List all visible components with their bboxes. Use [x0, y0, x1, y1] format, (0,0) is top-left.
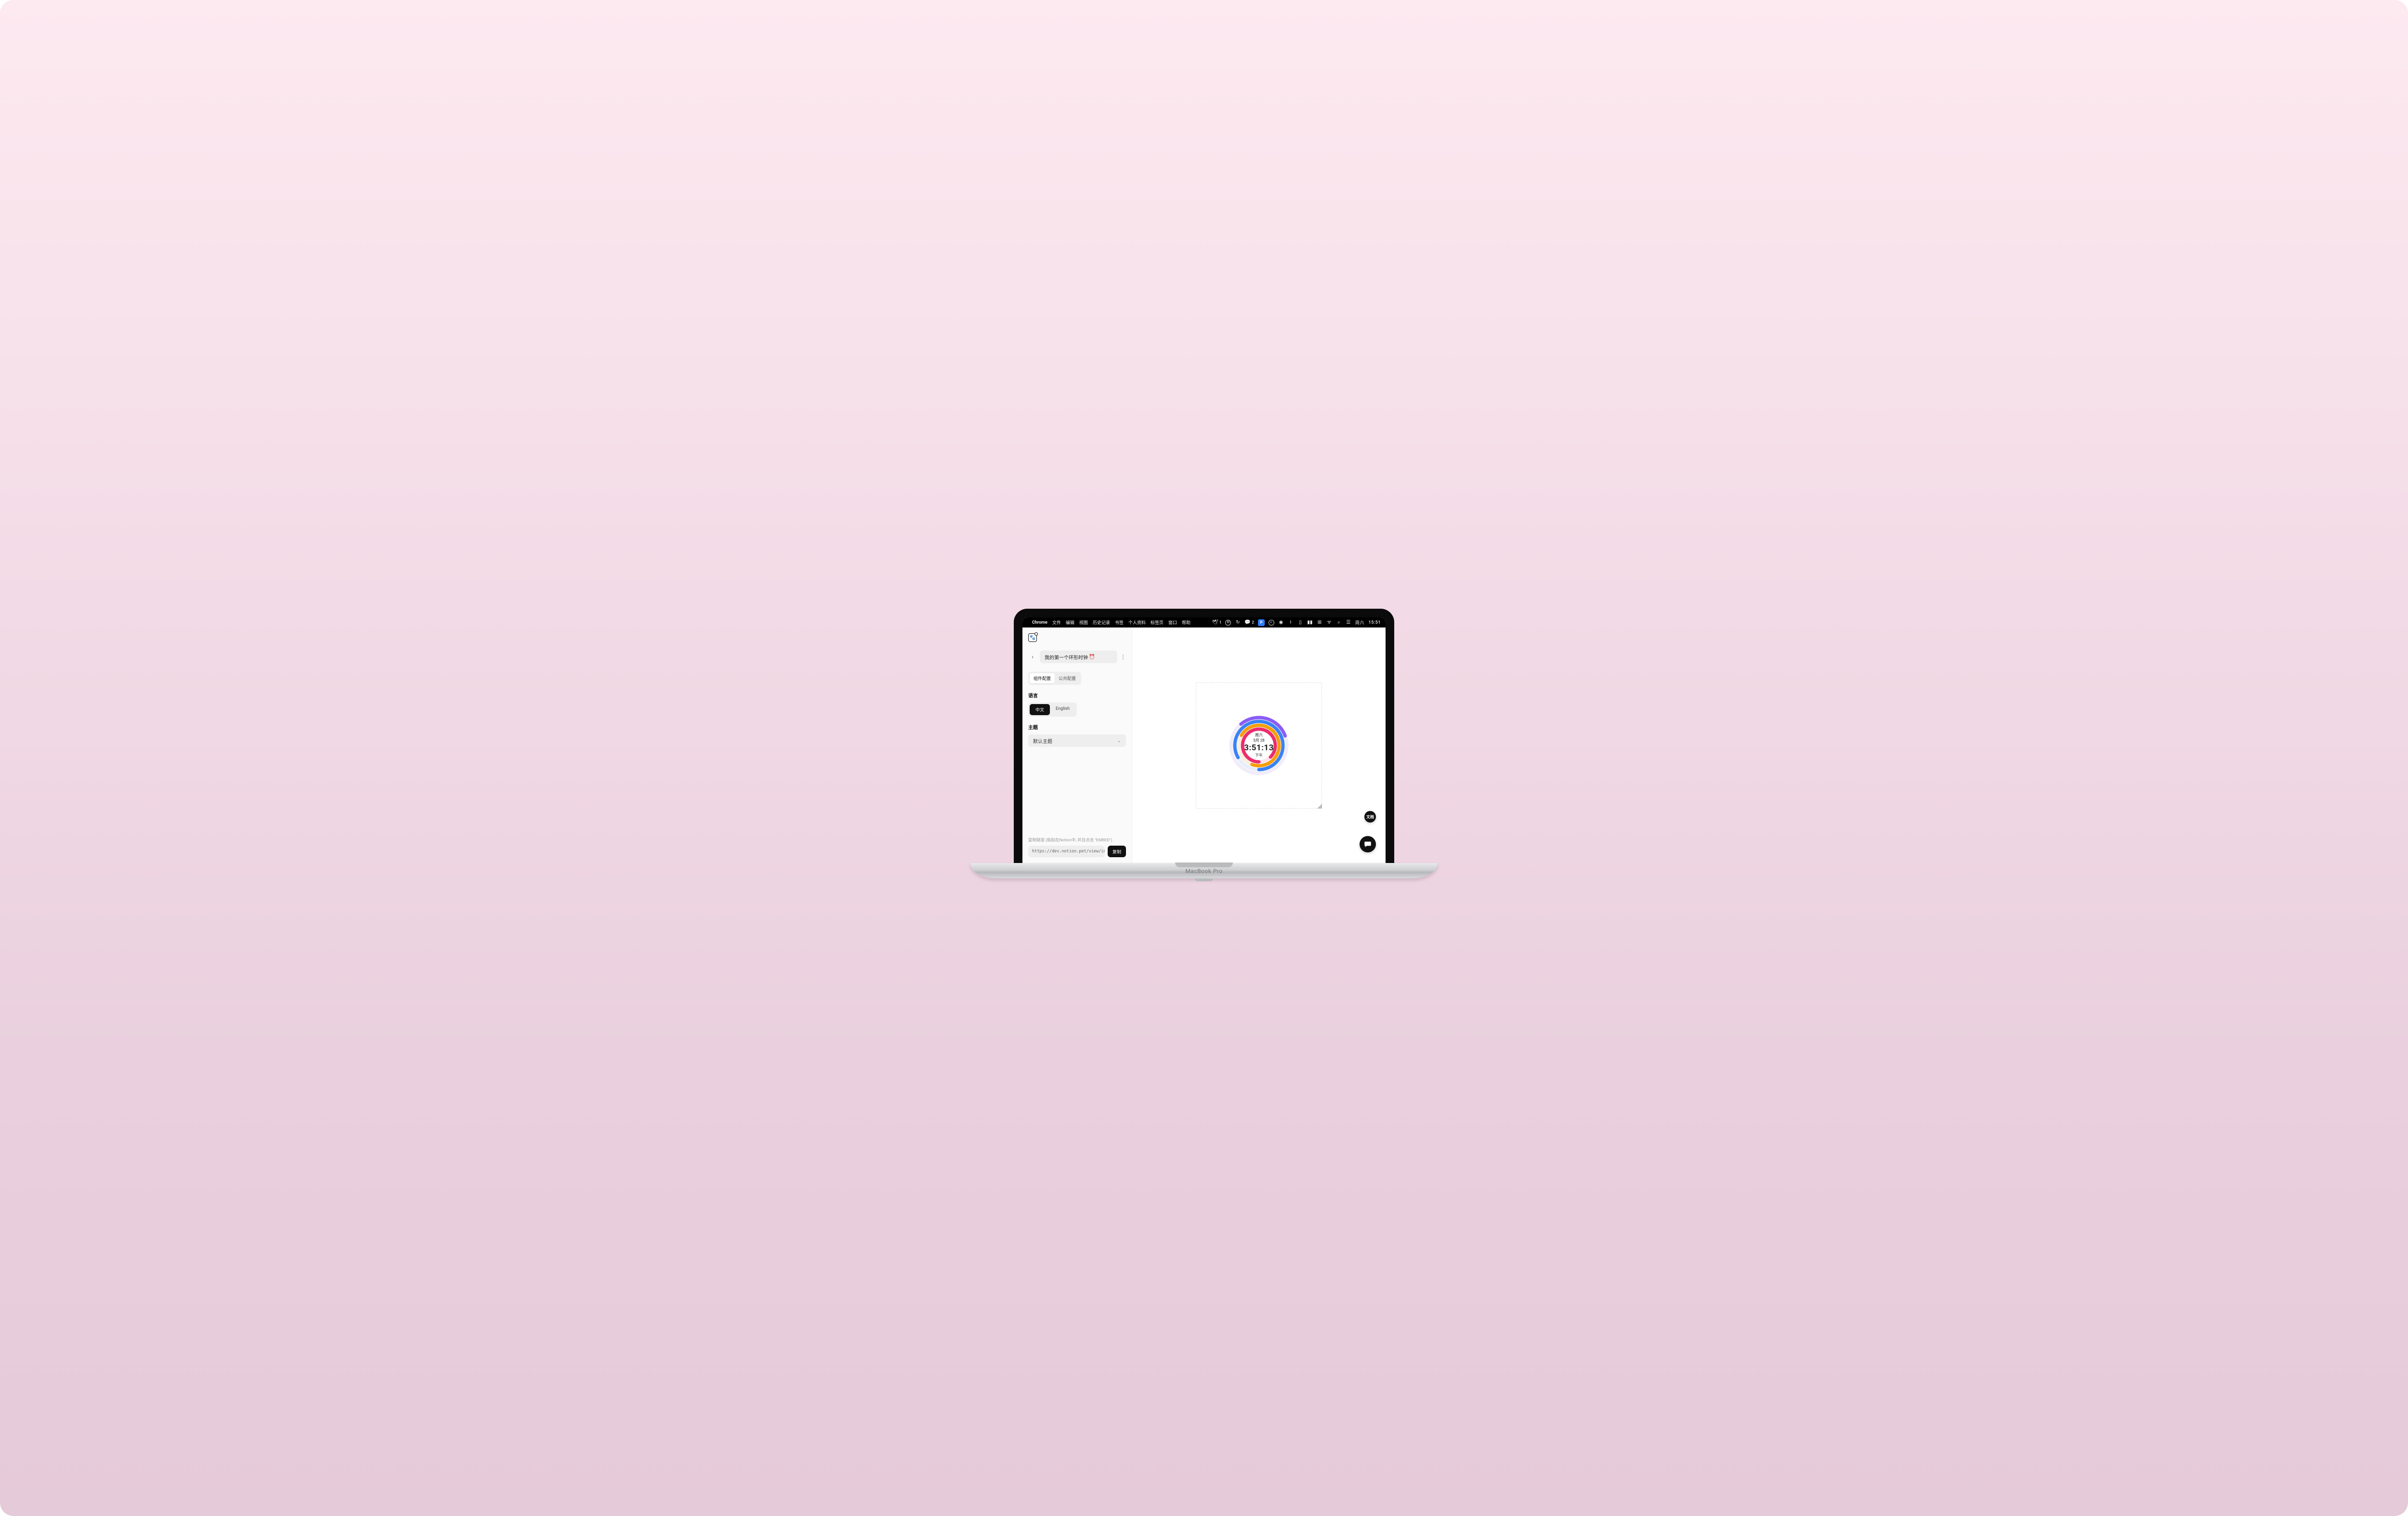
trackpad-notch	[1175, 863, 1233, 867]
menubar-item[interactable]: 个人资料	[1128, 619, 1146, 626]
language-label: 语言	[1028, 692, 1126, 699]
widget-title-row: ‹ 我的第一个环形时钟 ⏰ ⋮	[1028, 651, 1126, 663]
language-option[interactable]: English	[1050, 704, 1075, 715]
ring-arc	[1243, 729, 1275, 762]
menubar-item[interactable]: 编辑	[1066, 619, 1074, 626]
chat-button[interactable]	[1360, 836, 1376, 852]
badge-count: 2	[1252, 620, 1254, 625]
ring-clock: 周六 5月 28 3:51:13 下午	[1223, 709, 1295, 782]
sync-icon[interactable]: ↻	[1235, 620, 1241, 626]
wechat-icon[interactable]: 💬2	[1244, 620, 1254, 626]
search-icon[interactable]: ⌕	[1336, 620, 1342, 626]
menubar-day: 周六	[1355, 619, 1364, 626]
bird-icon[interactable]: 🕊1	[1212, 620, 1222, 626]
config-tabs: 组件配置公共配置	[1028, 672, 1081, 685]
p-app-icon[interactable]: P	[1258, 619, 1265, 626]
app-window: 🐾 ‹ 我的第一个环形时钟 ⏰ ⋮ 组件配置公共配置 语言 中	[1022, 627, 1386, 863]
macos-menubar: Chrome 文件编辑视图历史记录书签个人资料标签页窗口帮助 🕊1H ↻💬2 P ◐ ◉…	[1022, 617, 1386, 627]
menubar-item[interactable]: 帮助	[1182, 619, 1191, 626]
config-tab[interactable]: 公共配置	[1055, 673, 1080, 683]
theme-label: 主题	[1028, 723, 1126, 731]
menubar-item[interactable]: 标签页	[1151, 619, 1164, 626]
menubar-item[interactable]: 文件	[1052, 619, 1061, 626]
menubar-item[interactable]: 视图	[1079, 619, 1088, 626]
battery-icon[interactable]: ▮▮	[1307, 620, 1313, 626]
app-logo-icon[interactable]: 🐾	[1028, 633, 1037, 642]
circle-h-icon[interactable]: H	[1225, 620, 1231, 626]
widget-title[interactable]: 我的第一个环形时钟 ⏰	[1040, 651, 1117, 663]
chat-icon	[1364, 840, 1372, 848]
menubar-time: 15:51	[1369, 620, 1381, 625]
record-icon[interactable]: ◉	[1278, 620, 1284, 626]
embed-url-label: 复制链接 (粘贴在Notion中, 并且点击 "EMBED")	[1028, 837, 1126, 843]
app-logo-row: 🐾	[1028, 633, 1126, 642]
menubar-app-name[interactable]: Chrome	[1032, 620, 1047, 625]
widget-title-text: 我的第一个环形时钟	[1045, 653, 1088, 661]
language-option[interactable]: 中文	[1030, 704, 1050, 715]
config-tab[interactable]: 组件配置	[1030, 673, 1055, 683]
theme-select-value: 默认主题	[1033, 737, 1052, 745]
widget-canvas[interactable]: 周六 5月 28 3:51:13 下午	[1196, 682, 1322, 809]
config-sidebar: 🐾 ‹ 我的第一个环形时钟 ⏰ ⋮ 组件配置公共配置 语言 中	[1022, 627, 1132, 863]
theme-select[interactable]: 默认主题 ⌄	[1028, 734, 1126, 747]
clock-rings	[1223, 709, 1295, 782]
copy-button[interactable]: 复制	[1108, 846, 1126, 857]
menubar-items: 文件编辑视图历史记录书签个人资料标签页窗口帮助	[1052, 619, 1191, 626]
menubar-item[interactable]: 书签	[1115, 619, 1124, 626]
preview-area: 周六 5月 28 3:51:13 下午 文档	[1132, 627, 1386, 863]
resize-handle[interactable]	[1317, 804, 1322, 809]
ring-arc	[1242, 725, 1279, 766]
menubar-item[interactable]: 窗口	[1168, 619, 1177, 626]
menubar-left: Chrome 文件编辑视图历史记录书签个人资料标签页窗口帮助	[1027, 619, 1191, 626]
macbook-mockup: Chrome 文件编辑视图历史记录书签个人资料标签页窗口帮助 🕊1H ↻💬2 P ◐ ◉…	[1014, 609, 1394, 878]
language-segmented: 中文English	[1028, 703, 1077, 717]
embed-url-row: https://dev.notion.pet/view/index.html?q…	[1028, 846, 1126, 857]
macbook-body: MacBook Pro	[970, 863, 1438, 878]
embed-url-input[interactable]: https://dev.notion.pet/view/index.html?q…	[1028, 846, 1105, 857]
back-button[interactable]: ‹	[1028, 653, 1037, 661]
menubar-datetime[interactable]: 周六 15:51	[1355, 619, 1381, 626]
macbook-brand: MacBook Pro	[970, 868, 1438, 875]
page-background: Chrome 文件编辑视图历史记录书签个人资料标签页窗口帮助 🕊1H ↻💬2 P ◐ ◉…	[0, 0, 2408, 1516]
more-button[interactable]: ⋮	[1120, 653, 1126, 660]
menubar-item[interactable]: 历史记录	[1093, 619, 1110, 626]
screen-bezel: Chrome 文件编辑视图历史记录书签个人资料标签页窗口帮助 🕊1H ↻💬2 P ◐ ◉…	[1014, 609, 1394, 863]
menubar-status: 🕊1H ↻💬2 P ◐ ◉ ᚼ▯ ▮▮ ⊞ ᯤ ⌕ ☰ 周六 15:51	[1212, 619, 1381, 626]
wifi-icon[interactable]: ᯤ	[1326, 620, 1332, 626]
chevron-down-icon: ⌄	[1117, 738, 1121, 744]
bluetooth-icon[interactable]: ᚼ	[1288, 620, 1294, 626]
widget-title-emoji: ⏰	[1089, 654, 1095, 660]
badge-count: 1	[1219, 620, 1222, 625]
control-center-icon[interactable]: ☰	[1346, 620, 1351, 626]
panda-icon[interactable]: ◐	[1269, 620, 1274, 626]
screen: Chrome 文件编辑视图历史记录书签个人资料标签页窗口帮助 🕊1H ↻💬2 P ◐ ◉…	[1022, 617, 1386, 863]
drive-icon[interactable]: ▯	[1297, 620, 1303, 626]
grid-icon[interactable]: ⊞	[1317, 620, 1322, 626]
docs-button[interactable]: 文档	[1364, 811, 1376, 823]
